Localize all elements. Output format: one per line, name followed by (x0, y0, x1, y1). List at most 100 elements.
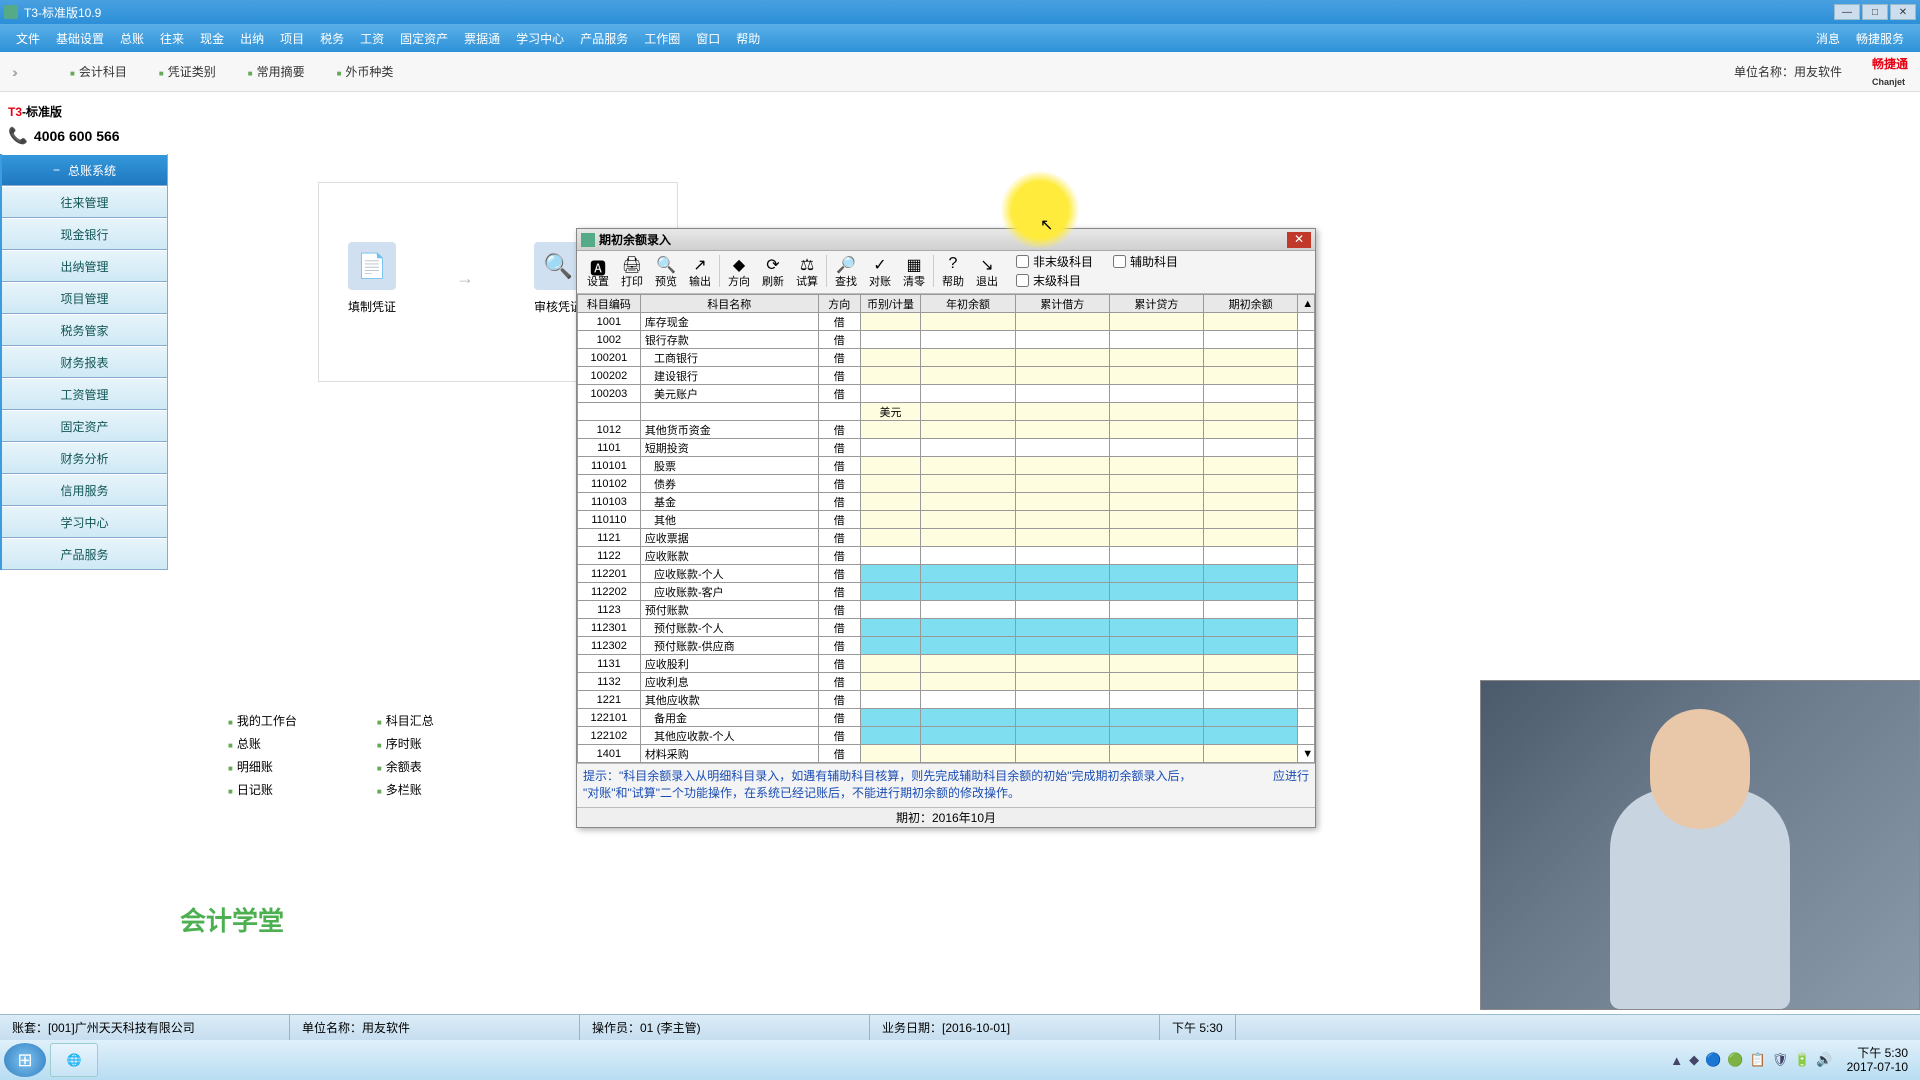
tray-clock[interactable]: 下午 5:30 2017-07-10 (1847, 1046, 1908, 1075)
table-row[interactable]: 112201 应收账款-个人借 (578, 565, 1315, 583)
nav-project[interactable]: 项目管理 (2, 282, 167, 314)
table-row[interactable]: 100202 建设银行借 (578, 367, 1315, 385)
scrollbar[interactable] (1298, 637, 1315, 655)
tb-帮助[interactable]: ?帮助 (936, 253, 970, 291)
col-name[interactable]: 科目名称 (640, 295, 818, 313)
scrollbar[interactable] (1298, 421, 1315, 439)
table-row[interactable]: 1401材料采购借▼ (578, 745, 1315, 763)
col-curr[interactable]: 币别/计量 (860, 295, 921, 313)
balance-grid[interactable]: 科目编码 科目名称 方向 币别/计量 年初余额 累计借方 累计贷方 期初余额 ▲… (577, 294, 1315, 763)
table-row[interactable]: 1122应收账款借 (578, 547, 1315, 565)
start-button[interactable]: ⊞ (4, 1043, 46, 1077)
scrollbar[interactable] (1298, 547, 1315, 565)
table-row[interactable]: 110101 股票借 (578, 457, 1315, 475)
scrollbar[interactable] (1298, 655, 1315, 673)
sub-currency[interactable]: 外币种类 (337, 63, 394, 80)
scrollbar[interactable] (1298, 601, 1315, 619)
sub-voucher-type[interactable]: 凭证类别 (159, 63, 216, 80)
sub-account[interactable]: 会计科目 (70, 63, 127, 80)
menu-cashier[interactable]: 出纳 (232, 30, 272, 47)
menu-gl[interactable]: 总账 (112, 30, 152, 47)
scrollbar[interactable] (1298, 673, 1315, 691)
col-code[interactable]: 科目编码 (578, 295, 641, 313)
table-row[interactable]: 1002银行存款借 (578, 331, 1315, 349)
nav-gl[interactable]: 总账系统 (2, 154, 167, 186)
tb-清零[interactable]: ▦清零 (897, 253, 931, 291)
tb-试算[interactable]: ⚖试算 (790, 253, 824, 291)
check-aux[interactable]: 辅助科目 (1113, 253, 1178, 270)
ql-balance[interactable]: 余额表 (377, 758, 434, 775)
nav-tax[interactable]: 税务管家 (2, 314, 167, 346)
scrollbar[interactable] (1298, 619, 1315, 637)
minimize-button[interactable]: — (1834, 4, 1860, 20)
flow-create[interactable]: 📄 填制凭证 (348, 242, 396, 315)
tray-icon[interactable]: ▲ (1670, 1053, 1683, 1068)
table-row[interactable]: 112202 应收账款-客户借 (578, 583, 1315, 601)
scrollbar[interactable] (1298, 709, 1315, 727)
table-row[interactable]: 110102 债券借 (578, 475, 1315, 493)
nav-product[interactable]: 产品服务 (2, 538, 167, 570)
scrollbar[interactable] (1298, 439, 1315, 457)
nav-learn[interactable]: 学习中心 (2, 506, 167, 538)
nav-salary[interactable]: 工资管理 (2, 378, 167, 410)
sub-summary[interactable]: 常用摘要 (248, 63, 305, 80)
tray-icon[interactable]: 🔋 (1794, 1052, 1810, 1068)
tb-输出[interactable]: ↗输出 (683, 253, 717, 291)
scrollbar[interactable] (1298, 403, 1315, 421)
ql-journal[interactable]: 日记账 (228, 781, 297, 798)
nav-report[interactable]: 财务报表 (2, 346, 167, 378)
ql-gl[interactable]: 总账 (228, 735, 297, 752)
menu-learn[interactable]: 学习中心 (508, 30, 572, 47)
tb-设置[interactable]: 🅰设置 (581, 253, 615, 291)
table-row[interactable]: 100203 美元账户借 (578, 385, 1315, 403)
scrollbar[interactable] (1298, 313, 1315, 331)
table-row[interactable]: 1012其他货币资金借 (578, 421, 1315, 439)
tb-预览[interactable]: 🔍预览 (649, 253, 683, 291)
menu-bill[interactable]: 票据通 (456, 30, 508, 47)
col-bal[interactable]: 期初余额 (1204, 295, 1298, 313)
tb-退出[interactable]: ↘退出 (970, 253, 1004, 291)
tb-打印[interactable]: 🖨打印 (615, 253, 649, 291)
tb-刷新[interactable]: ⟳刷新 (756, 253, 790, 291)
menu-cash[interactable]: 现金 (192, 30, 232, 47)
table-row[interactable]: 1101短期投资借 (578, 439, 1315, 457)
menu-help[interactable]: 帮助 (728, 30, 768, 47)
ql-chrono[interactable]: 序时账 (377, 735, 434, 752)
check-nonleaf[interactable]: 非末级科目 (1016, 253, 1093, 270)
col-credit[interactable]: 累计贷方 (1109, 295, 1203, 313)
col-begin[interactable]: 年初余额 (921, 295, 1015, 313)
table-row[interactable]: 1131应收股利借 (578, 655, 1315, 673)
scrollbar[interactable] (1298, 529, 1315, 547)
col-dir[interactable]: 方向 (818, 295, 860, 313)
scrollbar[interactable] (1298, 349, 1315, 367)
chevron-icon[interactable]: ››› (12, 64, 14, 80)
tray-icon[interactable]: 🟢 (1727, 1052, 1743, 1068)
table-row[interactable]: 110110 其他借 (578, 511, 1315, 529)
table-row[interactable]: 112301 预付账款-个人借 (578, 619, 1315, 637)
tb-对账[interactable]: ✓对账 (863, 253, 897, 291)
close-button[interactable]: ✕ (1890, 4, 1916, 20)
menu-file[interactable]: 文件 (8, 30, 48, 47)
nav-credit[interactable]: 信用服务 (2, 474, 167, 506)
menu-circle[interactable]: 工作圈 (636, 30, 688, 47)
dialog-close-button[interactable]: ✕ (1287, 232, 1311, 248)
scrollbar[interactable] (1298, 565, 1315, 583)
ql-summary[interactable]: 科目汇总 (377, 712, 434, 729)
table-row[interactable]: 122101 备用金借 (578, 709, 1315, 727)
flow-audit[interactable]: 🔍 审核凭证 (534, 242, 582, 315)
table-row[interactable]: 1123预付账款借 (578, 601, 1315, 619)
dialog-titlebar[interactable]: 期初余额录入 ✕ (577, 229, 1315, 251)
menu-ar[interactable]: 往来 (152, 30, 192, 47)
scrollbar[interactable] (1298, 385, 1315, 403)
tray-icon[interactable]: 📋 (1750, 1052, 1766, 1068)
scrollbar[interactable] (1298, 727, 1315, 745)
nav-analysis[interactable]: 财务分析 (2, 442, 167, 474)
tray-icon[interactable]: 🔵 (1705, 1052, 1721, 1068)
scroll-up[interactable]: ▲ (1298, 295, 1315, 313)
ql-multi[interactable]: 多栏账 (377, 781, 434, 798)
table-row[interactable]: 100201 工商银行借 (578, 349, 1315, 367)
nav-fa[interactable]: 固定资产 (2, 410, 167, 442)
menu-basic[interactable]: 基础设置 (48, 30, 112, 47)
maximize-button[interactable]: □ (1862, 4, 1888, 20)
scrollbar[interactable] (1298, 493, 1315, 511)
